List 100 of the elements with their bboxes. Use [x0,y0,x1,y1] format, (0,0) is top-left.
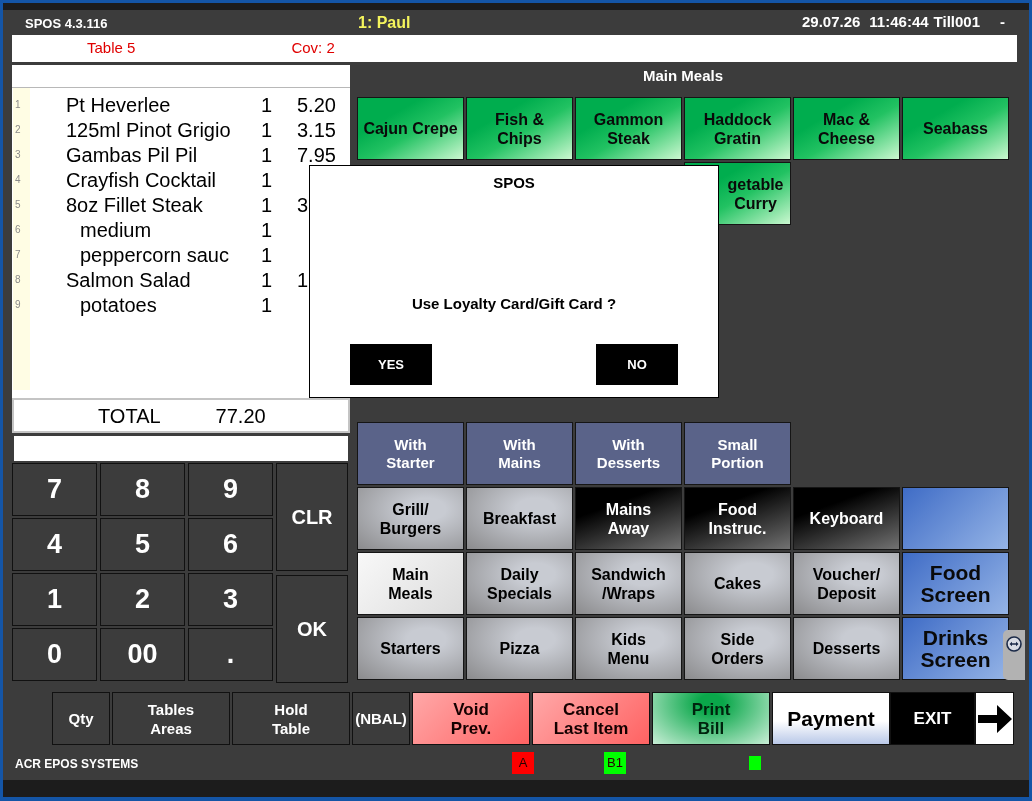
right-arrow-icon [977,704,1012,733]
category-button[interactable]: Mains Away [575,487,682,550]
total-amount: 77.20 [215,403,266,429]
modifier-button[interactable]: With Starter [357,422,464,485]
item-qty: 1 [261,268,273,291]
category-button[interactable]: Kids Menu [575,617,682,680]
action-button[interactable]: (NBAL) [352,692,410,745]
item-name: potatoes [80,292,157,317]
keypad-key[interactable]: 2 [100,573,185,626]
action-button[interactable]: Payment [772,692,890,745]
category-button[interactable]: Side Orders [684,617,791,680]
item-qty: 1 [261,293,273,316]
keypad-key[interactable]: 5 [100,518,185,571]
modifier-button[interactable]: Small Portion [684,422,791,485]
brand-name: ACR EPOS SYSTEMS [15,756,139,771]
category-button[interactable]: Daily Specials [466,552,573,615]
action-button[interactable]: Tables Areas [112,692,230,745]
keypad-key[interactable]: 8 [100,463,185,516]
date: 29.07.26 [801,12,861,33]
line-number: 5 [14,199,21,210]
keypad-key[interactable]: 1 [12,573,97,626]
cover-count: Cov: 2 [291,38,335,59]
keypad-key[interactable]: . [188,628,273,681]
action-button[interactable]: Hold Table [232,692,350,745]
product-button[interactable]: Mac & Cheese [793,97,900,160]
status-tag: A [512,751,534,774]
modifier-button[interactable]: With Desserts [575,422,682,485]
action-button[interactable]: Cancel Last Item [532,692,650,745]
category-button[interactable]: Pizza [466,617,573,680]
item-price: 7.95 [297,142,336,167]
item-name: Pt Heverlee [66,92,171,117]
category-button[interactable]: Starters [357,617,464,680]
keypad-key[interactable]: 0 [12,628,97,681]
line-number: 1 [14,99,21,110]
item-qty: 1 [261,168,273,191]
next-button[interactable] [975,692,1014,745]
dialog-button[interactable]: YES [350,344,432,385]
category-button[interactable]: Drinks Screen [902,617,1009,680]
category-button[interactable] [902,487,1009,550]
item-qty: 1 [261,243,273,266]
dialog-title: SPOS [493,173,535,193]
item-name: peppercorn sauc [80,242,229,267]
item-price: 5.20 [297,92,336,117]
entry-field[interactable] [14,436,348,461]
category-button[interactable]: Food Screen [902,552,1009,615]
modifier-button[interactable]: With Mains [466,422,573,485]
item-name: Salmon Salad [66,267,191,292]
action-button[interactable]: Print Bill [652,692,770,745]
item-price: 3 [297,192,309,217]
item-price: 3.15 [297,117,336,142]
keypad-key[interactable]: 00 [100,628,185,681]
category-button[interactable]: Keyboard [793,487,900,550]
product-button[interactable]: Haddock Gratin [684,97,791,160]
category-button[interactable]: Breakfast [466,487,573,550]
keypad-key[interactable]: 6 [188,518,273,571]
action-button[interactable]: Void Prev. [412,692,530,745]
category-button[interactable]: Main Meals [357,552,464,615]
keypad-key[interactable]: 4 [12,518,97,571]
side-tab[interactable] [1003,630,1025,680]
item-qty: 1 [261,218,273,241]
line-number: 9 [14,299,21,310]
item-name: Gambas Pil Pil [66,142,198,167]
user-name: 1: Paul [358,13,411,31]
item-qty: 1 [261,118,273,141]
product-button[interactable]: Gammon Steak [575,97,682,160]
table-name: Table 5 [87,38,136,59]
time: 11:46:44 [869,12,929,33]
clear-key[interactable]: CLR [276,463,348,571]
keypad-key[interactable]: 3 [188,573,273,626]
item-name: 125ml Pinot Grigio [66,117,231,142]
double-arrow-circle-icon [1006,636,1022,652]
category-button[interactable]: Voucher/ Deposit [793,552,900,615]
enter-key[interactable]: OK [276,575,348,683]
item-name: Crayfish Cocktail [66,167,217,192]
dash-label: - [1000,12,1005,33]
keypad-key[interactable]: 7 [12,463,97,516]
product-button[interactable]: Fish & Chips [466,97,573,160]
category-button[interactable]: Grill/ Burgers [357,487,464,550]
keypad-key[interactable]: 9 [188,463,273,516]
product-button[interactable]: Cajun Crepe [357,97,464,160]
line-number: 8 [14,274,21,285]
item-price: 1 [297,267,309,292]
item-qty: 1 [261,93,273,116]
category-button[interactable]: Desserts [793,617,900,680]
category-button[interactable]: Sandwich /Wraps [575,552,682,615]
menu-title: Main Meals [643,66,723,87]
app-version: SPOS 4.3.116 [25,15,108,31]
line-number: 3 [14,149,21,160]
product-button[interactable]: Seabass [902,97,1009,160]
dialog-button[interactable]: NO [596,344,678,385]
item-name: medium [80,217,152,242]
action-button[interactable]: Qty [52,692,110,745]
category-button[interactable]: Cakes [684,552,791,615]
action-button[interactable]: EXIT [890,692,975,745]
category-button[interactable]: Food Instruc. [684,487,791,550]
total-label: TOTAL [98,403,161,429]
till-name: Till001 [933,12,980,33]
item-qty: 1 [261,193,273,216]
dialog-message: Use Loyalty Card/Gift Card ? [411,293,617,314]
status-tag: B1 [604,751,626,774]
